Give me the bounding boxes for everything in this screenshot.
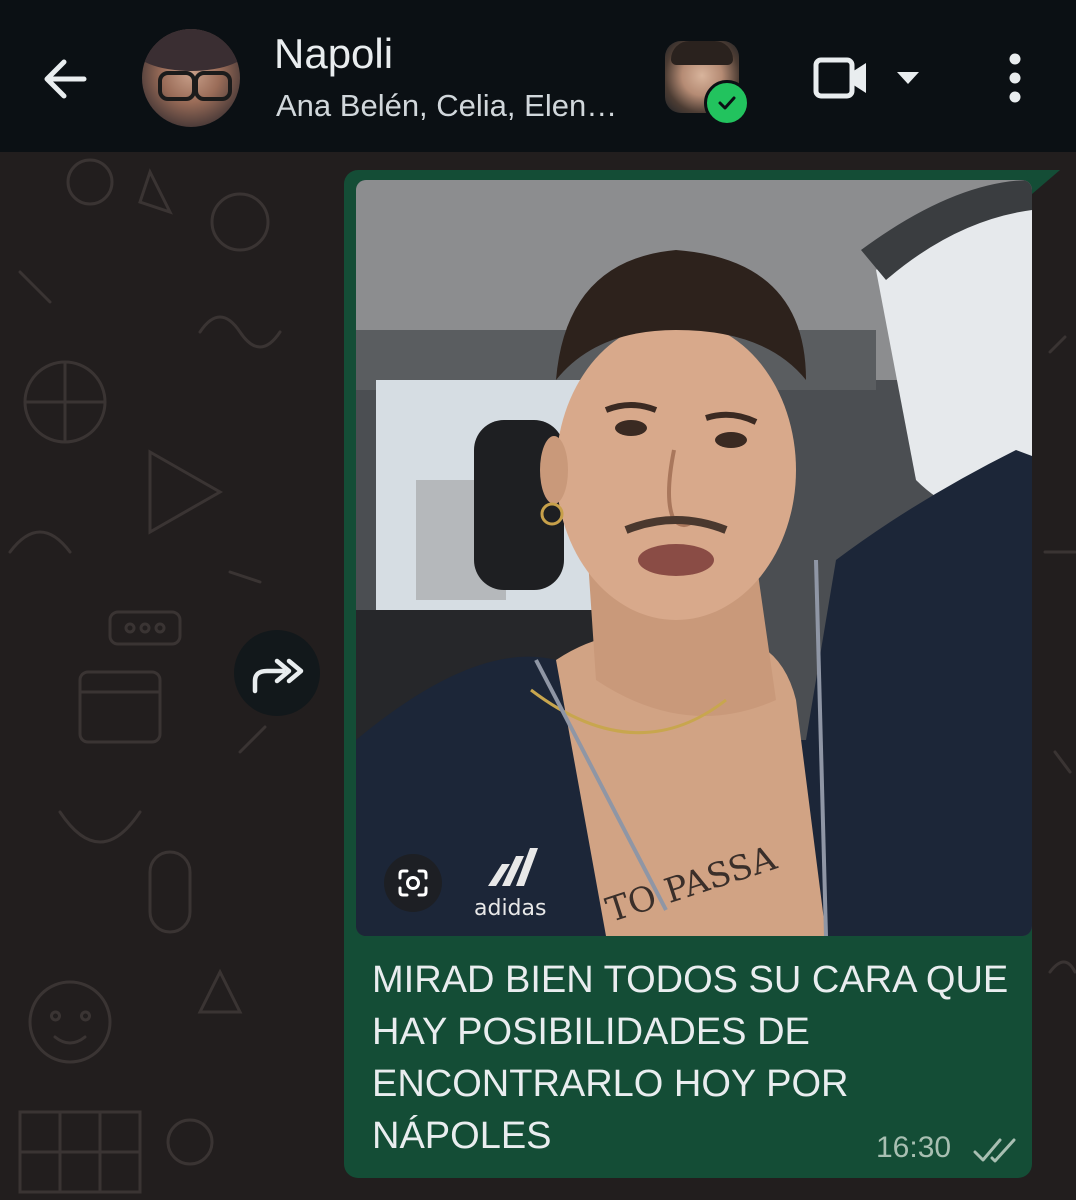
arrow-left-icon xyxy=(44,59,87,99)
more-vertical-icon xyxy=(1009,53,1021,103)
message-photo[interactable]: TO PASSA adidas xyxy=(356,180,1032,936)
lens-search-button[interactable] xyxy=(384,854,442,912)
call-options-dropdown[interactable] xyxy=(892,66,924,90)
video-camera-icon xyxy=(813,57,866,99)
caret-down-icon xyxy=(897,72,919,84)
message-time: 16:30 xyxy=(876,1131,952,1164)
chat-participants[interactable]: Ana Belén, Celia, Elen… xyxy=(276,88,617,124)
forward-button[interactable] xyxy=(234,630,320,716)
svg-text:adidas: adidas xyxy=(474,896,546,921)
lens-search-icon xyxy=(398,869,428,897)
chat-header: Napoli Ana Belén, Celia, Elen… xyxy=(0,0,1076,152)
back-button[interactable] xyxy=(34,48,96,110)
group-avatar[interactable] xyxy=(142,29,240,127)
video-call-button[interactable] xyxy=(812,54,876,102)
double-check-icon xyxy=(973,1138,1016,1163)
check-badge-icon xyxy=(704,80,750,126)
forward-icon xyxy=(252,658,304,694)
chat-title[interactable]: Napoli xyxy=(274,30,393,78)
photo-illustration: TO PASSA adidas xyxy=(356,180,1032,936)
more-options-button[interactable] xyxy=(995,50,1035,106)
